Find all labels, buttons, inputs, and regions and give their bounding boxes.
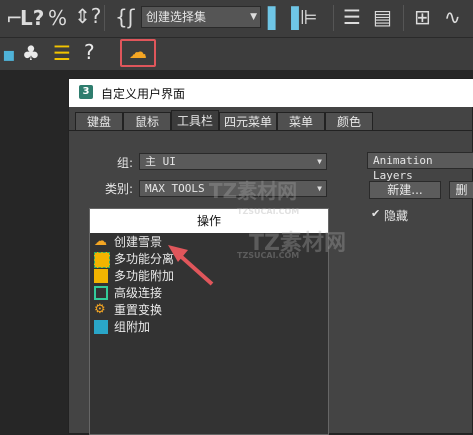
- annotation-arrow-icon: [168, 245, 214, 286]
